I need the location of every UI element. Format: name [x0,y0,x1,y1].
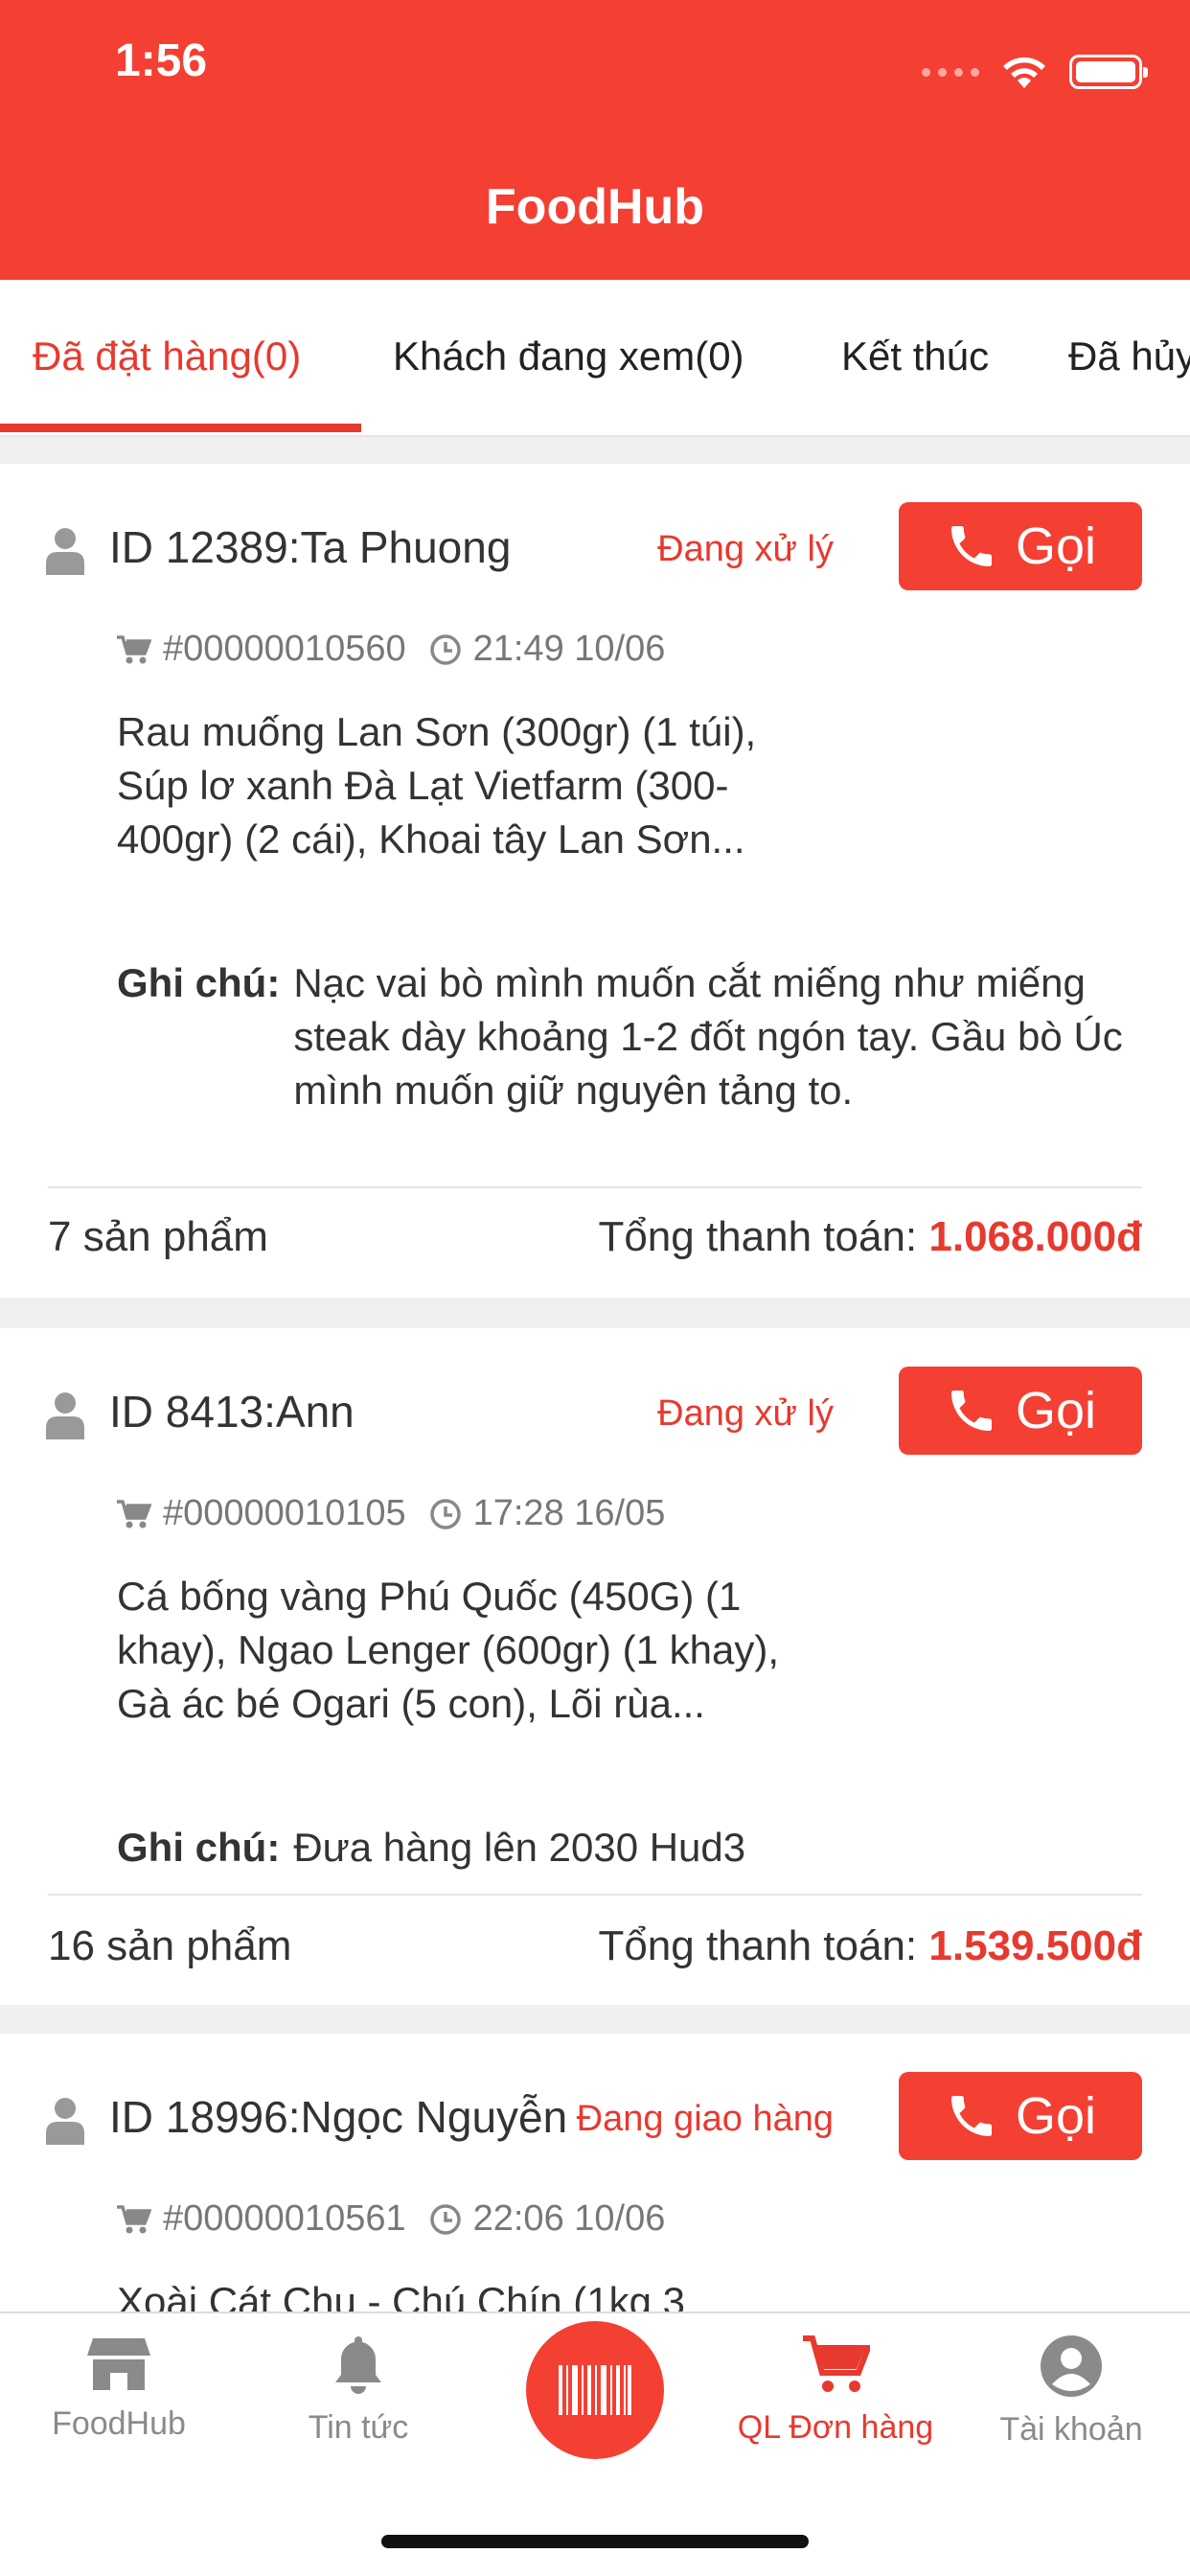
tab-ordered[interactable]: Đã đặt hàng(0) [33,334,301,380]
nav-news[interactable]: Tin tức [243,2334,473,2447]
active-tab-indicator [0,424,361,432]
status-indicators [922,54,1148,90]
divider [48,1186,1142,1188]
bell-icon [335,2336,381,2394]
order-code: #00000010561 [163,2198,406,2239]
order-note: Ghi chú: Nạc vai bò mình muốn cắt miếng … [117,956,1175,1117]
battery-icon [1069,55,1148,89]
total-label: Tổng thanh toán: [598,1922,929,1969]
total-value: 1.539.500đ [928,1922,1142,1969]
order-status: Đang giao hàng [576,2099,834,2139]
nav-label: QL Đơn hàng [737,2409,934,2446]
nav-label: Tin tức [308,2409,409,2446]
order-card[interactable]: ID 8413:Ann Đang xử lý Gọi #00000010105 … [0,1328,1190,2005]
order-note: Ghi chú: Đưa hàng lên 2030 Hud3 [117,1821,1175,1874]
order-total: Tổng thanh toán: 1.068.000đ [598,1213,1142,1261]
nav-foodhub[interactable]: FoodHub [4,2334,234,2443]
order-header: ID 12389:Ta Phuong Đang xử lý Gọi [0,464,1190,627]
cart-icon [117,634,151,663]
barcode-icon [559,2365,631,2415]
user-icon [46,528,84,575]
order-time: 22:06 10/06 [472,2198,666,2239]
order-meta: #00000010105 17:28 16/05 [117,1493,665,1534]
order-total: Tổng thanh toán: 1.539.500đ [598,1922,1142,1970]
clock-icon [429,1498,461,1530]
cart-icon [117,2204,151,2233]
divider [48,1894,1142,1896]
order-time: 17:28 16/05 [472,1493,666,1533]
call-button-label: Gọi [1015,2087,1097,2145]
order-header: ID 8413:Ann Đang xử lý Gọi [0,1328,1190,1491]
order-meta: #00000010561 22:06 10/06 [117,2198,665,2240]
order-code: #00000010105 [163,1493,406,1533]
cart-icon [803,2335,870,2392]
store-icon [87,2338,150,2390]
page-title: FoodHub [485,179,705,235]
account-icon [1041,2335,1102,2397]
note-text: Đưa hàng lên 2030 Hud3 [293,1825,746,1870]
barcode-scan-button[interactable] [526,2321,664,2459]
item-count: 7 sản phẩm [48,1213,268,1260]
call-button[interactable]: Gọi [899,1367,1142,1455]
total-value: 1.068.000đ [928,1213,1142,1260]
wifi-icon [1003,57,1045,88]
order-card[interactable]: ID 12389:Ta Phuong Đang xử lý Gọi #00000… [0,464,1190,1298]
nav-label: Tài khoản [999,2411,1143,2448]
tab-finished[interactable]: Kết thúc [841,334,989,380]
order-code: #00000010560 [163,629,406,669]
order-time: 21:49 10/06 [472,629,666,669]
app-header: 1:56 FoodHub [0,0,1190,280]
cellular-signal-icon [922,67,979,77]
user-icon [46,2098,84,2145]
total-label: Tổng thanh toán: [598,1213,929,1260]
order-status: Đang xử lý [657,1393,834,1434]
nav-label: FoodHub [52,2405,186,2442]
tab-cancelled[interactable]: Đã hủy [1068,334,1190,380]
nav-order-management[interactable]: QL Đơn hàng [721,2334,950,2447]
phone-icon [950,1391,992,1431]
order-meta: #00000010560 21:49 10/06 [117,629,665,670]
note-label: Ghi chú: [117,1825,281,1870]
status-time: 1:56 [115,35,208,86]
phone-icon [950,526,992,566]
call-button[interactable]: Gọi [899,2072,1142,2160]
customer-name: ID 8413:Ann [109,1387,355,1437]
user-icon [46,1392,84,1439]
note-text: Nạc vai bò mình muốn cắt miếng như miếng… [293,960,1123,1113]
cart-icon [117,1499,151,1528]
nav-account[interactable]: Tài khoản [956,2334,1186,2449]
call-button-label: Gọi [1015,1382,1097,1439]
phone-icon [950,2096,992,2136]
order-products: Rau muống Lan Sơn (300gr) (1 túi), Súp l… [117,709,757,862]
order-products: Cá bống vàng Phú Quốc (450G) (1 khay), N… [117,1574,780,1726]
call-button[interactable]: Gọi [899,502,1142,590]
clock-icon [429,633,461,665]
order-header: ID 18996:Ngọc Nguyễn Đang giao hàng Gọi [0,2034,1190,2196]
customer-name: ID 12389:Ta Phuong [109,522,512,572]
customer-name: ID 18996:Ngọc Nguyễn [109,2092,568,2142]
clock-icon [429,2203,461,2235]
item-count: 16 sản phẩm [48,1922,292,1969]
home-indicator [381,2535,809,2548]
tab-customer-viewing[interactable]: Khách đang xem(0) [393,334,744,380]
order-tabs: Đã đặt hàng(0) Khách đang xem(0) Kết thú… [0,280,1190,437]
call-button-label: Gọi [1015,518,1097,575]
order-status: Đang xử lý [657,529,834,569]
note-label: Ghi chú: [117,960,281,1005]
